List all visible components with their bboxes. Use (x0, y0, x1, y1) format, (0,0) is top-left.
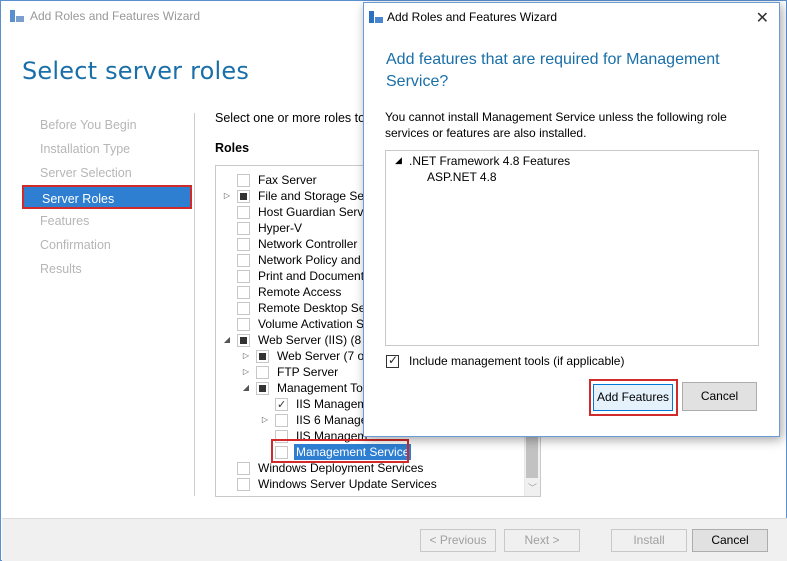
include-tools-checkbox[interactable] (386, 353, 399, 368)
collapse-icon[interactable]: ◢ (222, 332, 232, 348)
role-checkbox[interactable] (237, 238, 250, 251)
role-label: File and Storage Ser (258, 189, 369, 203)
role-checkbox[interactable] (237, 190, 250, 203)
dialog-description: You cannot install Management Service un… (385, 110, 727, 140)
role-label: IIS 6 Manage (296, 413, 368, 427)
nav-item-features[interactable]: Features (22, 209, 194, 233)
role-label: Host Guardian Servic (258, 205, 373, 219)
expand-icon[interactable]: ▷ (222, 188, 232, 204)
close-icon[interactable]: ✕ (756, 8, 769, 28)
expand-icon[interactable]: ▷ (241, 348, 251, 364)
server-manager-icon (369, 11, 383, 23)
role-checkbox[interactable] (237, 334, 250, 347)
role-checkbox[interactable] (256, 382, 269, 395)
previous-button[interactable]: < Previous (420, 529, 496, 552)
role-label: Windows Server Update Services (258, 477, 437, 491)
server-manager-icon (10, 10, 24, 22)
role-checkbox[interactable] (237, 270, 250, 283)
next-button[interactable]: Next > (504, 529, 580, 552)
feature-item: ASP.NET 4.8 (427, 170, 497, 184)
role-checkbox[interactable] (275, 414, 288, 427)
role-label: Remote Desktop Ser (258, 301, 370, 315)
role-checkbox[interactable] (237, 222, 250, 235)
role-label: Network Policy and (258, 253, 361, 267)
dialog-cancel-button[interactable]: Cancel (682, 382, 757, 411)
wizard-title: Add Roles and Features Wizard (30, 9, 201, 23)
cancel-button[interactable]: Cancel (692, 529, 768, 552)
role-label: IIS Managem (296, 397, 368, 411)
page-title: Select server roles (22, 57, 250, 85)
required-features-list[interactable]: ◢ .NET Framework 4.8 Features ASP.NET 4.… (385, 150, 759, 346)
role-checkbox[interactable] (237, 286, 250, 299)
role-checkbox[interactable] (237, 302, 250, 315)
nav-item-server-roles[interactable]: Server Roles (22, 185, 192, 209)
role-label: Network Controller (258, 237, 358, 251)
role-label: FTP Server (277, 365, 339, 379)
dialog-heading: Add features that are required for Manag… (386, 51, 720, 90)
wizard-nav: Before You Begin Installation Type Serve… (22, 113, 194, 281)
nav-item-server-selection[interactable]: Server Selection (22, 161, 194, 185)
nav-item-before-you-begin[interactable]: Before You Begin (22, 113, 194, 137)
role-checkbox[interactable] (256, 350, 269, 363)
role-checkbox[interactable] (237, 206, 250, 219)
nav-item-results[interactable]: Results (22, 257, 194, 281)
role-label: Remote Access (258, 285, 342, 299)
expand-icon[interactable]: ▷ (241, 364, 251, 380)
collapse-icon[interactable]: ◢ (395, 155, 402, 166)
role-checkbox[interactable] (237, 318, 250, 331)
role-label: Fax Server (258, 173, 317, 187)
role-label: Management To (277, 381, 363, 395)
role-checkbox[interactable] (237, 254, 250, 267)
role-checkbox[interactable] (256, 366, 269, 379)
scroll-down-icon[interactable]: ﹀ (528, 481, 537, 494)
role-label: Web Server (IIS) (8 o (258, 333, 372, 347)
highlight-box (271, 439, 409, 463)
nav-item-installation-type[interactable]: Installation Type (22, 137, 194, 161)
expand-icon[interactable]: ▷ (260, 412, 270, 428)
role-checkbox[interactable] (237, 174, 250, 187)
nav-divider (194, 113, 195, 496)
wizard-footer: < Previous Next > Install Cancel (2, 518, 787, 561)
nav-item-confirmation[interactable]: Confirmation (22, 233, 194, 257)
intro-text: Select one or more roles to i (215, 111, 365, 125)
feature-item: .NET Framework 4.8 Features (409, 154, 571, 168)
dialog-title: Add Roles and Features Wizard (387, 10, 558, 24)
role-label: Hyper-V (258, 221, 303, 235)
collapse-icon[interactable]: ◢ (241, 380, 251, 396)
add-features-dialog: Add Roles and Features Wizard ✕ Add feat… (363, 2, 780, 437)
role-checkbox[interactable] (237, 462, 250, 475)
role-label: Print and Document (258, 269, 365, 283)
role-label: Volume Activation S (258, 317, 365, 331)
include-tools-label: Include management tools (if applicable) (409, 354, 625, 368)
role-checkbox[interactable] (237, 478, 250, 491)
roles-header: Roles (215, 141, 250, 155)
scrollbar-thumb[interactable] (526, 434, 538, 478)
install-button[interactable]: Install (611, 529, 687, 552)
role-label: Web Server (7 of (277, 349, 368, 363)
highlight-box (589, 379, 678, 416)
dialog-titlebar: Add Roles and Features Wizard ✕ (364, 3, 779, 33)
role-checkbox[interactable] (275, 397, 288, 413)
